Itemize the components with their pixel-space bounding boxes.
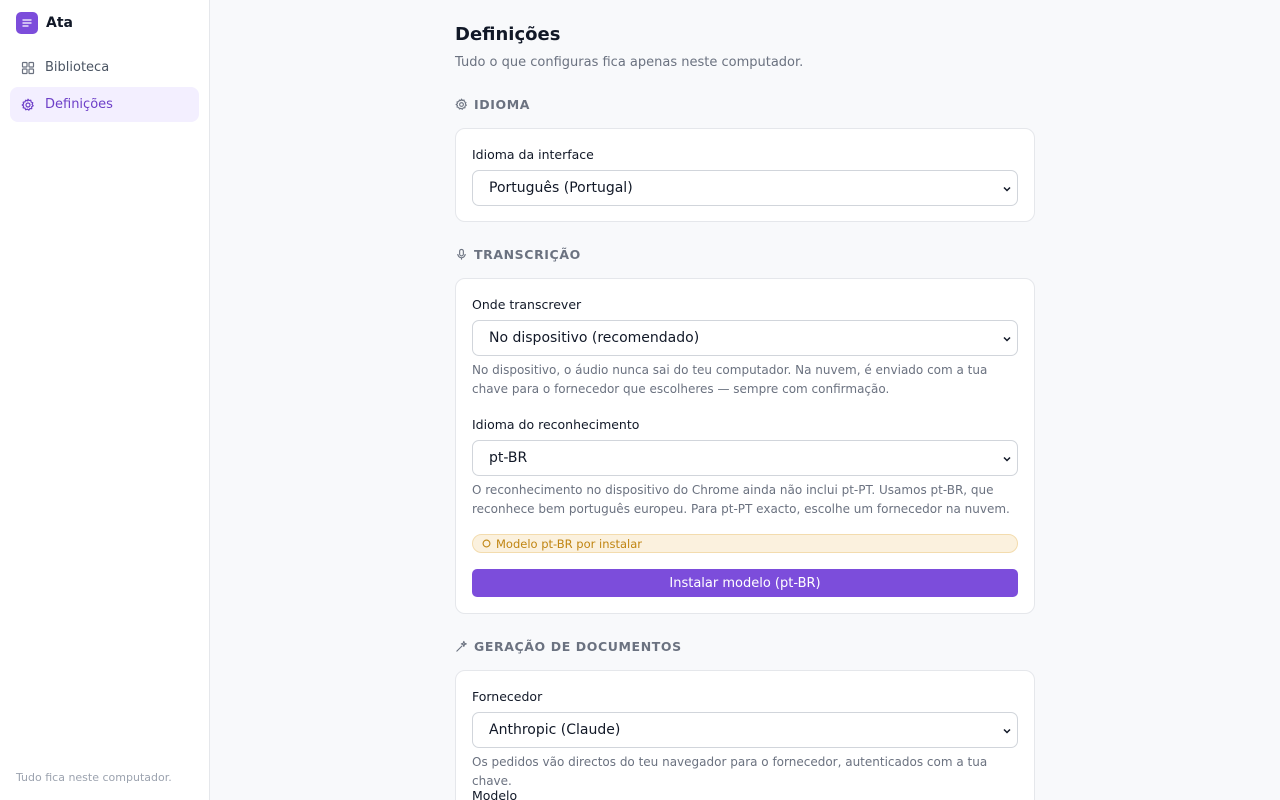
transcription-location-help: No dispositivo, o áudio nunca sai do teu… (472, 363, 988, 396)
sidebar-nav: Biblioteca Definições (10, 50, 199, 124)
chevron-down-icon (1003, 728, 1011, 734)
provider-label: Fornecedor (472, 689, 543, 704)
transcription-location-label: Onde transcrever (472, 297, 582, 312)
generation-card: Fornecedor Anthropic (Claude) Os pedidos… (455, 670, 1035, 800)
recognition-language-select[interactable]: pt-BR (472, 440, 1018, 476)
gear-icon (21, 98, 34, 111)
interface-language-label: Idioma da interface (472, 147, 594, 162)
sidebar-item-biblioteca[interactable]: Biblioteca (10, 50, 199, 85)
microphone-icon (457, 248, 466, 260)
transcription-card: Onde transcrever No dispositivo (recomen… (455, 278, 1035, 614)
sidebar-footer: Tudo fica neste computador. (16, 771, 172, 784)
page-title: Definições (455, 24, 561, 45)
sidebar: Ata Biblioteca Definições Tudo fica nest… (0, 0, 210, 800)
sparkle-icon (456, 640, 467, 652)
app-logo-icon (16, 12, 38, 34)
language-card: Idioma da interface Português (Portugal) (455, 128, 1035, 222)
sidebar-item-label: Definições (45, 97, 113, 112)
brand[interactable]: Ata (16, 12, 73, 34)
sidebar-item-label: Biblioteca (45, 60, 110, 75)
interface-language-select[interactable]: Português (Portugal) (472, 170, 1018, 206)
transcription-location-select[interactable]: No dispositivo (recomendado) (472, 320, 1018, 356)
provider-select[interactable]: Anthropic (Claude) (472, 712, 1018, 748)
model-label: Modelo (472, 788, 518, 800)
chevron-down-icon (1003, 186, 1011, 192)
model-status-badge: Modelo pt-BR por instalar (472, 534, 1018, 553)
app-name: Ata (46, 15, 73, 31)
page-subtitle: Tudo o que configuras fica apenas neste … (455, 55, 804, 70)
gear-icon (455, 98, 467, 110)
pending-circle-icon (482, 539, 491, 548)
sidebar-item-definicoes[interactable]: Definições (10, 87, 199, 122)
section-heading-generation: GERAÇÃO DE DOCUMENTOS (455, 639, 682, 654)
chevron-down-icon (1003, 456, 1011, 462)
install-model-button[interactable]: Instalar modelo (pt-BR) (472, 569, 1018, 597)
section-heading-transcription: TRANSCRIÇÃO (455, 247, 581, 262)
chevron-down-icon (1003, 336, 1011, 342)
recognition-language-label: Idioma do reconhecimento (472, 417, 640, 432)
recognition-language-help: O reconhecimento no dispositivo do Chrom… (472, 483, 1010, 516)
section-heading-language: IDIOMA (455, 97, 530, 112)
provider-help: Os pedidos vão directos do teu navegador… (472, 755, 988, 788)
grid-icon (21, 61, 35, 74)
